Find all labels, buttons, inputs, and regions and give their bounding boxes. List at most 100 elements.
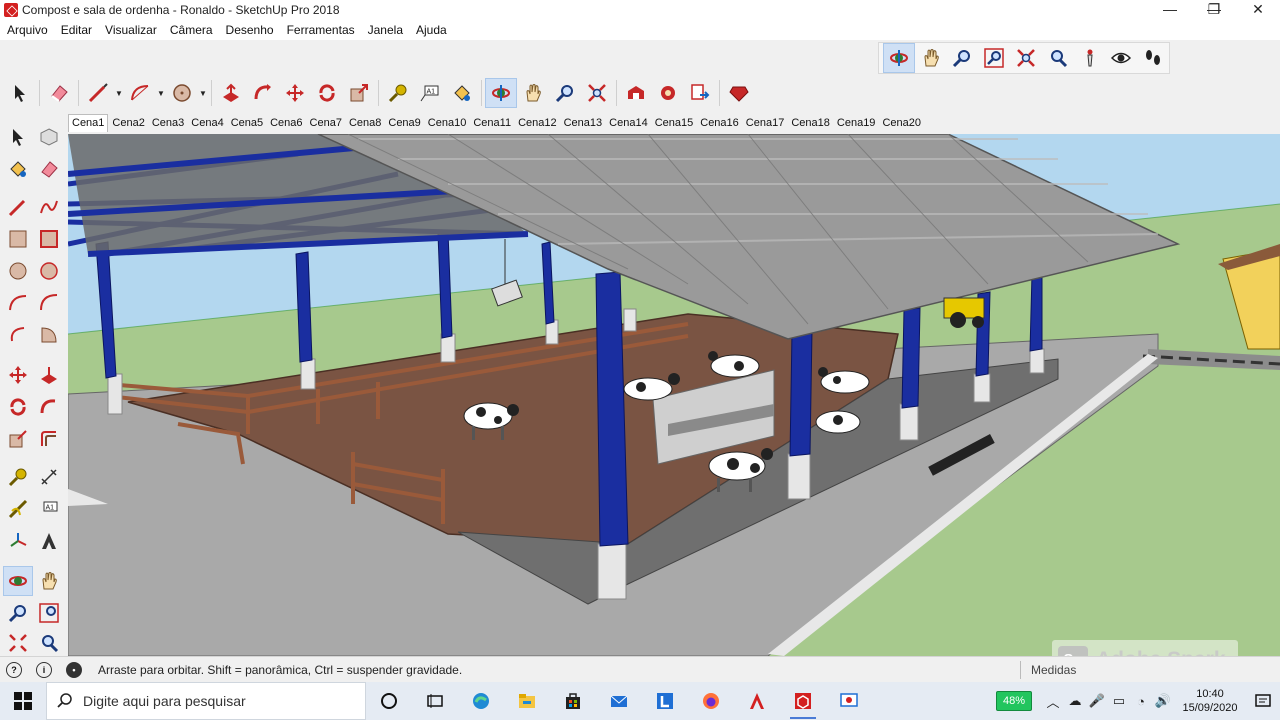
scale-button[interactable] xyxy=(343,78,375,108)
orbit-tool-button[interactable] xyxy=(485,78,517,108)
chevron-up-icon[interactable]: ︿ xyxy=(1042,682,1064,720)
rotate-tool-button[interactable] xyxy=(3,392,33,422)
zoom-window-button[interactable] xyxy=(978,43,1010,73)
previous-view-button[interactable] xyxy=(1042,43,1074,73)
menu-ferramentas[interactable]: Ferramentas xyxy=(287,23,355,37)
3d-text-tool-button[interactable] xyxy=(34,526,64,556)
tab-cena7[interactable]: Cena7 xyxy=(307,115,345,132)
eraser-tool-button[interactable] xyxy=(34,154,64,184)
pie-tool-button[interactable] xyxy=(34,320,64,350)
axes-tool-button[interactable] xyxy=(3,526,33,556)
tab-cena13[interactable]: Cena13 xyxy=(561,115,606,132)
shape-dropdown-icon[interactable]: ▼ xyxy=(198,89,208,98)
walk-button[interactable] xyxy=(1137,43,1169,73)
speaker-icon[interactable]: 🔊 xyxy=(1152,682,1174,720)
taskbar-search-input[interactable]: Digite aqui para pesquisar xyxy=(46,682,366,720)
offset-tool-button[interactable] xyxy=(34,424,64,454)
tape-measure-button[interactable] xyxy=(382,78,414,108)
move-tool-button[interactable] xyxy=(3,360,33,390)
zoom-button[interactable] xyxy=(947,43,979,73)
follow-me-button[interactable] xyxy=(247,78,279,108)
zoom-window-tool-button[interactable] xyxy=(34,598,64,628)
style-builder-button[interactable] xyxy=(826,682,872,720)
geolocation-icon[interactable]: ? xyxy=(6,661,22,678)
rotated-rectangle-tool-button[interactable] xyxy=(34,224,64,254)
pan-tool-left-button[interactable] xyxy=(34,566,64,596)
ruby-console-button[interactable] xyxy=(723,78,755,108)
circle-button[interactable] xyxy=(166,78,198,108)
position-camera-button[interactable] xyxy=(1074,43,1106,73)
move-button[interactable] xyxy=(279,78,311,108)
rectangle-tool-button[interactable] xyxy=(3,224,33,254)
store-button[interactable] xyxy=(550,682,596,720)
protractor-tool-button[interactable] xyxy=(3,494,33,524)
tab-cena19[interactable]: Cena19 xyxy=(834,115,879,132)
microphone-icon[interactable]: 🎤 xyxy=(1086,682,1108,720)
clock[interactable]: 10:40 15/09/2020 xyxy=(1174,687,1246,715)
three-point-arc-tool-button[interactable] xyxy=(3,320,33,350)
dimension-tool-button[interactable] xyxy=(34,462,64,492)
follow-me-tool-button[interactable] xyxy=(34,392,64,422)
tab-cena14[interactable]: Cena14 xyxy=(606,115,651,132)
drawing-viewport[interactable] xyxy=(68,134,1280,656)
rotate-button[interactable] xyxy=(311,78,343,108)
zoom-extents-tool-button[interactable] xyxy=(581,78,613,108)
previous-view-tool-button[interactable] xyxy=(34,628,64,658)
extension-button[interactable] xyxy=(652,78,684,108)
menu-janela[interactable]: Janela xyxy=(368,23,403,37)
arc-tool-button[interactable] xyxy=(3,288,33,318)
battery-indicator[interactable]: 48% xyxy=(995,691,1032,711)
select-button[interactable] xyxy=(4,78,36,108)
push-pull-tool-button[interactable] xyxy=(34,360,64,390)
cortana-button[interactable] xyxy=(366,682,412,720)
cloud-icon[interactable]: ☁ xyxy=(1064,682,1086,720)
orbit-button[interactable] xyxy=(883,43,915,73)
tab-cena2[interactable]: Cena2 xyxy=(109,115,147,132)
edge-button[interactable] xyxy=(458,682,504,720)
zoom-tool-left-button[interactable] xyxy=(3,598,33,628)
look-around-button[interactable] xyxy=(1105,43,1137,73)
line-tool-button[interactable] xyxy=(3,192,33,222)
sketchup-taskbar-button[interactable] xyxy=(780,682,826,720)
menu-arquivo[interactable]: Arquivo xyxy=(7,23,48,37)
component-tool-button[interactable] xyxy=(34,122,64,152)
zoom-tool-button[interactable] xyxy=(549,78,581,108)
tab-cena15[interactable]: Cena15 xyxy=(652,115,697,132)
tab-cena17[interactable]: Cena17 xyxy=(743,115,788,132)
circle-tool-button[interactable] xyxy=(3,256,33,286)
arc-button[interactable] xyxy=(124,78,156,108)
pan-button[interactable] xyxy=(915,43,947,73)
send-to-layout-button[interactable] xyxy=(684,78,716,108)
menu-editar[interactable]: Editar xyxy=(61,23,92,37)
tab-cena6[interactable]: Cena6 xyxy=(267,115,305,132)
tab-cena1[interactable]: Cena1 xyxy=(68,114,109,132)
tab-cena5[interactable]: Cena5 xyxy=(228,115,266,132)
arc-dropdown-icon[interactable]: ▼ xyxy=(156,89,166,98)
power-icon[interactable]: ▭ xyxy=(1108,682,1130,720)
text-button[interactable]: A1 xyxy=(414,78,446,108)
start-button[interactable] xyxy=(0,682,46,720)
push-pull-button[interactable] xyxy=(215,78,247,108)
select-tool-button[interactable] xyxy=(3,122,33,152)
pan-tool-button[interactable] xyxy=(517,78,549,108)
zoom-extents-button[interactable] xyxy=(1010,43,1042,73)
polygon-tool-button[interactable] xyxy=(34,256,64,286)
file-explorer-button[interactable] xyxy=(504,682,550,720)
info-icon[interactable]: i xyxy=(36,661,52,678)
tab-cena3[interactable]: Cena3 xyxy=(149,115,187,132)
freehand-tool-button[interactable] xyxy=(34,192,64,222)
paint-tool-button[interactable] xyxy=(3,154,33,184)
notifications-button[interactable] xyxy=(1246,682,1280,720)
tab-cena8[interactable]: Cena8 xyxy=(346,115,384,132)
menu-visualizar[interactable]: Visualizar xyxy=(105,23,157,37)
two-point-arc-tool-button[interactable] xyxy=(34,288,64,318)
user-icon[interactable]: • xyxy=(66,661,82,678)
acrobat-button[interactable] xyxy=(734,682,780,720)
warehouse-button[interactable] xyxy=(620,78,652,108)
scale-tool-button[interactable] xyxy=(3,424,33,454)
tab-cena11[interactable]: Cena11 xyxy=(470,115,514,132)
paint-bucket-button[interactable] xyxy=(446,78,478,108)
minimize-button[interactable]: — xyxy=(1148,0,1192,20)
tab-cena9[interactable]: Cena9 xyxy=(385,115,423,132)
tape-measure-tool-button[interactable] xyxy=(3,462,33,492)
